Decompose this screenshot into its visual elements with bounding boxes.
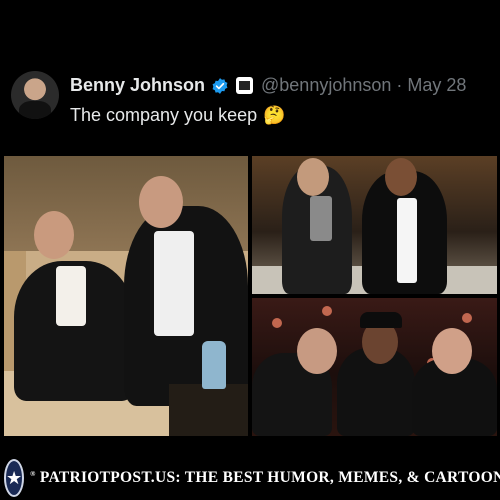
trademark-symbol: ® xyxy=(30,469,36,478)
watermark-footer: ★ ® PATRIOTPOST.US: THE BEST HUMOR, MEME… xyxy=(0,456,500,500)
star-logo-icon: ★ xyxy=(4,459,25,497)
background-light xyxy=(322,306,332,316)
person-seated-head xyxy=(34,211,74,259)
person-left-shirt xyxy=(310,196,332,241)
tweet-header: Benny Johnson @bennyjohnson · May 28 xyxy=(70,75,466,96)
person-three-head xyxy=(432,328,472,374)
watermark-label: PATRIOTPOST.US: THE BEST HUMOR, MEMES, &… xyxy=(39,469,500,486)
affiliation-badge-icon[interactable] xyxy=(236,77,254,94)
tweet-date[interactable]: May 28 xyxy=(407,75,466,96)
background-light xyxy=(272,318,282,328)
photo-stage[interactable] xyxy=(252,156,497,294)
person-leaning-shirt xyxy=(154,231,194,336)
photo-event[interactable] xyxy=(252,298,497,436)
display-name[interactable]: Benny Johnson xyxy=(70,75,205,96)
side-table xyxy=(169,384,248,436)
person-one-head xyxy=(297,328,337,374)
media-grid xyxy=(4,156,497,436)
watermark-text: ® PATRIOTPOST.US: THE BEST HUMOR, MEMES,… xyxy=(30,469,500,487)
person-right-head xyxy=(385,158,417,196)
background-light xyxy=(462,313,472,323)
baseball-cap xyxy=(360,312,402,328)
verified-badge-icon xyxy=(211,77,229,95)
tweet-text: The company you keep 🤔 xyxy=(70,105,286,126)
person-right-shirt xyxy=(397,198,417,283)
person-left-head xyxy=(297,158,329,196)
avatar[interactable] xyxy=(11,71,59,119)
tweet: Benny Johnson @bennyjohnson · May 28 The… xyxy=(0,0,500,150)
handle[interactable]: @bennyjohnson xyxy=(261,75,391,96)
person-leaning-head xyxy=(139,176,183,228)
tweet-text-body: The company you keep xyxy=(70,105,258,125)
water-bottle xyxy=(202,341,226,389)
separator-dot: · xyxy=(396,75,403,95)
person-seated-shirt xyxy=(56,266,86,326)
photo-sofa[interactable] xyxy=(4,156,248,436)
thinking-face-emoji: 🤔 xyxy=(263,105,286,125)
